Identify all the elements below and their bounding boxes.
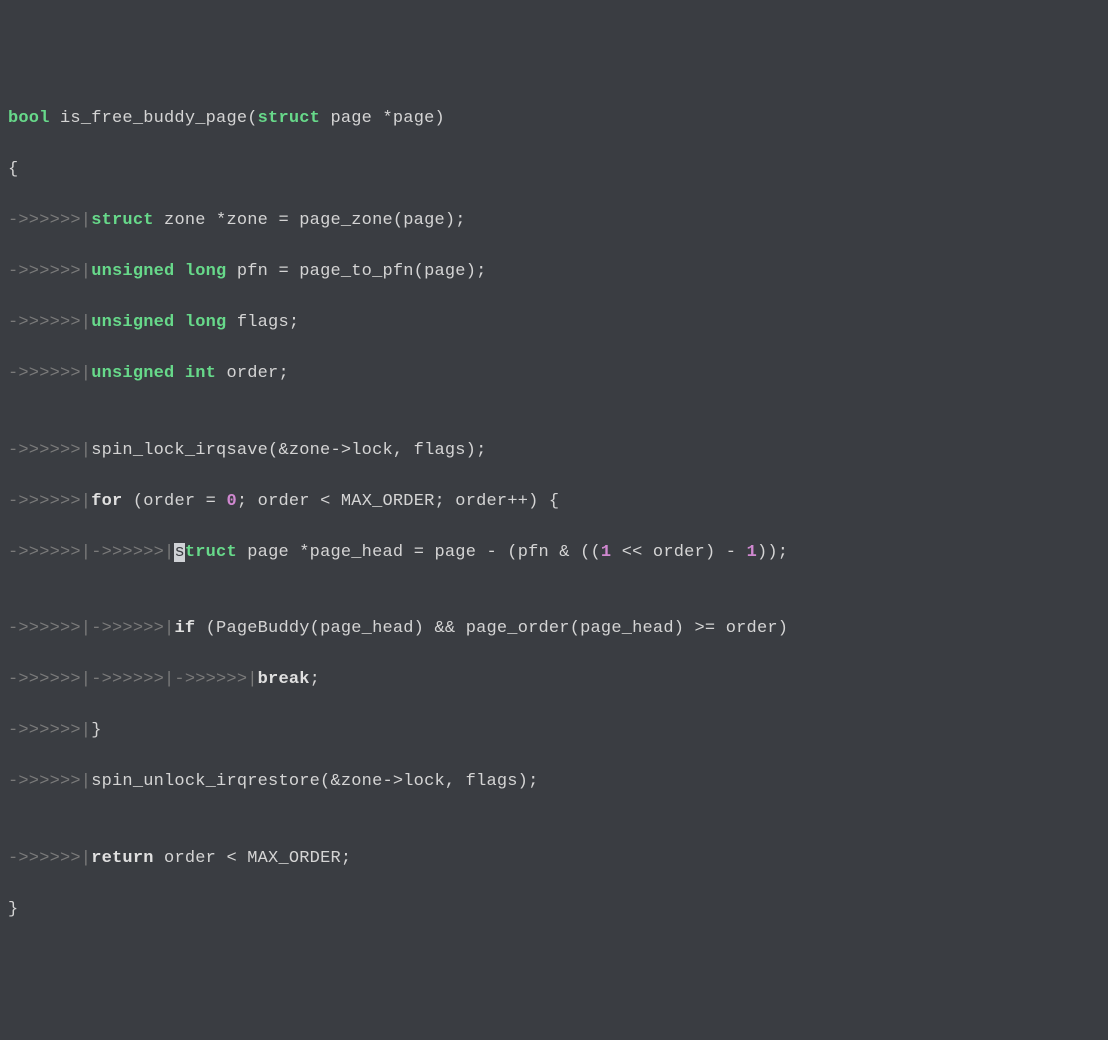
code-line-3[interactable]: ->>>>>>|struct zone *zone = page_zone(pa… bbox=[8, 208, 1100, 234]
code-line-13[interactable]: ->>>>>>|->>>>>>|->>>>>>|break; bbox=[8, 667, 1100, 693]
decl: order; bbox=[216, 364, 289, 383]
code-line-2[interactable]: { bbox=[8, 157, 1100, 183]
func-decl: is_free_buddy_page( bbox=[50, 109, 258, 128]
keyword-bool: bool bbox=[8, 109, 50, 128]
keyword-unsigned: unsigned bbox=[91, 262, 174, 281]
number-one: 1 bbox=[747, 543, 757, 562]
call: spin_lock_irqsave(&zone->lock, flags); bbox=[91, 441, 486, 460]
decl: zone *zone = page_zone(page); bbox=[154, 211, 466, 230]
code-line-8[interactable]: ->>>>>>|spin_lock_irqsave(&zone->lock, f… bbox=[8, 438, 1100, 464]
code-line-4[interactable]: ->>>>>>|unsigned long pfn = page_to_pfn(… bbox=[8, 259, 1100, 285]
close-brace: } bbox=[8, 900, 18, 919]
keyword-if: if bbox=[174, 619, 195, 638]
keyword-return: return bbox=[91, 849, 153, 868]
keyword-for: for bbox=[91, 492, 122, 511]
code-line-1[interactable]: bool is_free_buddy_page(struct page *pag… bbox=[8, 106, 1100, 132]
keyword-long: long bbox=[174, 262, 226, 281]
code-line-14[interactable]: ->>>>>>|} bbox=[8, 718, 1100, 744]
whitespace-indent: ->>>>>>|->>>>>>|->>>>>>| bbox=[8, 670, 258, 689]
keyword-long: long bbox=[174, 313, 226, 332]
whitespace-indent: ->>>>>>| bbox=[8, 849, 91, 868]
whitespace-indent: ->>>>>>| bbox=[8, 772, 91, 791]
for-head: (order = bbox=[122, 492, 226, 511]
code-line-12[interactable]: ->>>>>>|->>>>>>|if (PageBuddy(page_head)… bbox=[8, 616, 1100, 642]
for-tail: ; order < MAX_ORDER; order++) { bbox=[237, 492, 559, 511]
keyword-struct-tail: truct bbox=[185, 543, 237, 562]
whitespace-indent: ->>>>>>| bbox=[8, 313, 91, 332]
whitespace-indent: ->>>>>>| bbox=[8, 364, 91, 383]
whitespace-indent: ->>>>>>|->>>>>>| bbox=[8, 543, 174, 562]
keyword-int: int bbox=[174, 364, 216, 383]
number-one: 1 bbox=[601, 543, 611, 562]
keyword-struct: struct bbox=[258, 109, 320, 128]
call: spin_unlock_irqrestore(&zone->lock, flag… bbox=[91, 772, 538, 791]
param: page *page) bbox=[320, 109, 445, 128]
return-expr: order < MAX_ORDER; bbox=[154, 849, 352, 868]
expr: << order) - bbox=[611, 543, 746, 562]
keyword-struct: struct bbox=[91, 211, 153, 230]
code-line-15[interactable]: ->>>>>>|spin_unlock_irqrestore(&zone->lo… bbox=[8, 769, 1100, 795]
expr: page *page_head = page - (pfn & (( bbox=[237, 543, 601, 562]
whitespace-indent: ->>>>>>| bbox=[8, 721, 91, 740]
expr-tail: )); bbox=[757, 543, 788, 562]
whitespace-indent: ->>>>>>| bbox=[8, 441, 91, 460]
number-zero: 0 bbox=[226, 492, 236, 511]
code-line-17[interactable]: ->>>>>>|return order < MAX_ORDER; bbox=[8, 846, 1100, 872]
open-brace: { bbox=[8, 160, 18, 179]
close-brace: } bbox=[91, 721, 101, 740]
keyword-break: break bbox=[258, 670, 310, 689]
if-cond: (PageBuddy(page_head) && page_order(page… bbox=[195, 619, 788, 638]
keyword-unsigned: unsigned bbox=[91, 313, 174, 332]
code-line-10[interactable]: ->>>>>>|->>>>>>|struct page *page_head =… bbox=[8, 540, 1100, 566]
cursor-char: s bbox=[174, 543, 184, 562]
whitespace-indent: ->>>>>>|->>>>>>| bbox=[8, 619, 174, 638]
decl: flags; bbox=[226, 313, 299, 332]
code-line-9[interactable]: ->>>>>>|for (order = 0; order < MAX_ORDE… bbox=[8, 489, 1100, 515]
code-line-18[interactable]: } bbox=[8, 897, 1100, 923]
whitespace-indent: ->>>>>>| bbox=[8, 211, 91, 230]
code-line-6[interactable]: ->>>>>>|unsigned int order; bbox=[8, 361, 1100, 387]
whitespace-indent: ->>>>>>| bbox=[8, 492, 91, 511]
semicolon: ; bbox=[310, 670, 320, 689]
keyword-unsigned: unsigned bbox=[91, 364, 174, 383]
code-line-5[interactable]: ->>>>>>|unsigned long flags; bbox=[8, 310, 1100, 336]
whitespace-indent: ->>>>>>| bbox=[8, 262, 91, 281]
decl: pfn = page_to_pfn(page); bbox=[226, 262, 486, 281]
